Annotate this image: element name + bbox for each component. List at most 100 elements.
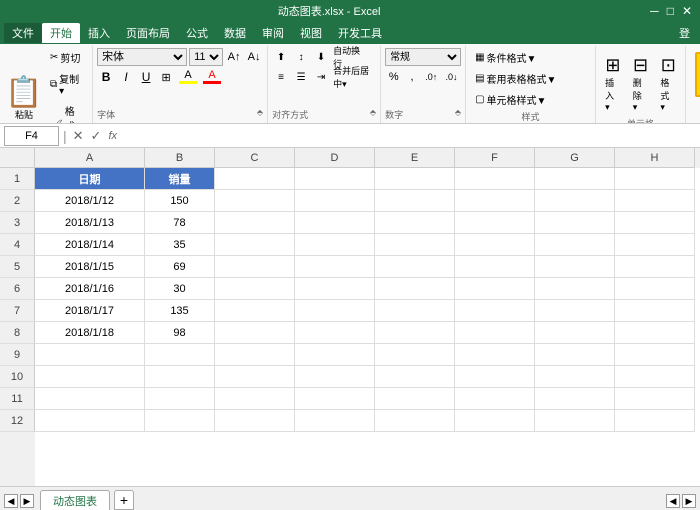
cell-G4[interactable] — [535, 234, 615, 256]
percent-button[interactable]: % — [385, 68, 402, 86]
cell-H1[interactable] — [615, 168, 695, 190]
cell-D12[interactable] — [295, 410, 375, 432]
cell-A6[interactable]: 2018/1/16 — [35, 278, 145, 300]
row-header-4[interactable]: 4 — [0, 234, 35, 256]
cell-A10[interactable] — [35, 366, 145, 388]
confirm-formula-icon[interactable]: ✓ — [89, 128, 104, 144]
paste-button[interactable]: 📋 粘贴 — [2, 48, 46, 124]
sheet-tab-active[interactable]: 动态图表 — [40, 490, 110, 510]
cell-D9[interactable] — [295, 344, 375, 366]
close-icon[interactable]: ✕ — [682, 4, 692, 18]
cell-C5[interactable] — [215, 256, 295, 278]
cell-A2[interactable]: 2018/1/12 — [35, 190, 145, 212]
menu-file[interactable]: 文件 — [4, 23, 42, 43]
comma-button[interactable]: , — [403, 68, 420, 86]
row-header-3[interactable]: 3 — [0, 212, 35, 234]
col-header-c[interactable]: C — [215, 148, 295, 168]
cell-A11[interactable] — [35, 388, 145, 410]
menu-data[interactable]: 数据 — [216, 23, 254, 43]
cell-F1[interactable] — [455, 168, 535, 190]
menu-page-layout[interactable]: 页面布局 — [118, 23, 178, 43]
tab-scroll-right[interactable]: ▶ — [682, 494, 696, 508]
cell-F6[interactable] — [455, 278, 535, 300]
align-left-button[interactable]: ≡ — [272, 68, 290, 86]
cell-E12[interactable] — [375, 410, 455, 432]
cell-B6[interactable]: 30 — [145, 278, 215, 300]
cell-G3[interactable] — [535, 212, 615, 234]
menu-insert[interactable]: 插入 — [80, 23, 118, 43]
cell-G11[interactable] — [535, 388, 615, 410]
cell-A12[interactable] — [35, 410, 145, 432]
cell-E3[interactable] — [375, 212, 455, 234]
cell-A7[interactable]: 2018/1/17 — [35, 300, 145, 322]
cell-F4[interactable] — [455, 234, 535, 256]
cell-B8[interactable]: 98 — [145, 322, 215, 344]
cell-D4[interactable] — [295, 234, 375, 256]
delete-button[interactable]: ⊟ 删除 ▾ — [628, 52, 654, 116]
cell-E7[interactable] — [375, 300, 455, 322]
cell-C2[interactable] — [215, 190, 295, 212]
cell-A3[interactable]: 2018/1/13 — [35, 212, 145, 234]
cell-C11[interactable] — [215, 388, 295, 410]
col-header-h[interactable]: H — [615, 148, 695, 168]
cell-G7[interactable] — [535, 300, 615, 322]
row-header-9[interactable]: 9 — [0, 344, 35, 366]
cell-G6[interactable] — [535, 278, 615, 300]
cell-F7[interactable] — [455, 300, 535, 322]
find-button[interactable]: 🔍 编辑 ↖ — [695, 52, 700, 97]
format-button[interactable]: ⊡ 格式 ▾ — [655, 52, 681, 116]
tab-scroll-left[interactable]: ◀ — [666, 494, 680, 508]
underline-button[interactable]: U — [137, 68, 155, 86]
cell-C1[interactable] — [215, 168, 295, 190]
cell-D1[interactable] — [295, 168, 375, 190]
align-top-button[interactable]: ⬆ — [272, 48, 290, 66]
cell-A9[interactable] — [35, 344, 145, 366]
cell-D8[interactable] — [295, 322, 375, 344]
cell-E8[interactable] — [375, 322, 455, 344]
table-format-button[interactable]: ▤ 套用表格格式▼ — [470, 69, 591, 88]
cell-C6[interactable] — [215, 278, 295, 300]
cell-H4[interactable] — [615, 234, 695, 256]
cell-E5[interactable] — [375, 256, 455, 278]
sheet-nav-next[interactable]: ▶ — [20, 494, 34, 508]
cell-H8[interactable] — [615, 322, 695, 344]
cell-B3[interactable]: 78 — [145, 212, 215, 234]
cell-C4[interactable] — [215, 234, 295, 256]
cell-G12[interactable] — [535, 410, 615, 432]
align-center-button[interactable]: ☰ — [292, 68, 310, 86]
col-header-b[interactable]: B — [145, 148, 215, 168]
cell-B4[interactable]: 35 — [145, 234, 215, 256]
col-header-e[interactable]: E — [375, 148, 455, 168]
cell-H2[interactable] — [615, 190, 695, 212]
menu-view[interactable]: 视图 — [292, 23, 330, 43]
cell-E2[interactable] — [375, 190, 455, 212]
cell-F10[interactable] — [455, 366, 535, 388]
cell-F8[interactable] — [455, 322, 535, 344]
cell-B12[interactable] — [145, 410, 215, 432]
cell-B7[interactable]: 135 — [145, 300, 215, 322]
cell-G1[interactable] — [535, 168, 615, 190]
add-sheet-button[interactable]: + — [114, 490, 134, 510]
cell-H3[interactable] — [615, 212, 695, 234]
row-header-1[interactable]: 1 — [0, 168, 35, 190]
cell-D2[interactable] — [295, 190, 375, 212]
insert-button[interactable]: ⊞ 插入 ▾ — [600, 52, 626, 116]
cell-D11[interactable] — [295, 388, 375, 410]
cell-C12[interactable] — [215, 410, 295, 432]
cell-F5[interactable] — [455, 256, 535, 278]
cell-E6[interactable] — [375, 278, 455, 300]
cell-F12[interactable] — [455, 410, 535, 432]
cell-F11[interactable] — [455, 388, 535, 410]
cell-B2[interactable]: 150 — [145, 190, 215, 212]
menu-formula[interactable]: 公式 — [178, 23, 216, 43]
menu-home[interactable]: 开始 — [42, 23, 80, 43]
cell-E10[interactable] — [375, 366, 455, 388]
cancel-formula-icon[interactable]: ✕ — [71, 128, 86, 144]
align-middle-button[interactable]: ↕ — [292, 48, 310, 66]
row-header-11[interactable]: 11 — [0, 388, 35, 410]
col-header-d[interactable]: D — [295, 148, 375, 168]
cell-D3[interactable] — [295, 212, 375, 234]
cell-E9[interactable] — [375, 344, 455, 366]
cell-G8[interactable] — [535, 322, 615, 344]
cut-button[interactable]: ✂ 剪切 — [46, 48, 86, 67]
